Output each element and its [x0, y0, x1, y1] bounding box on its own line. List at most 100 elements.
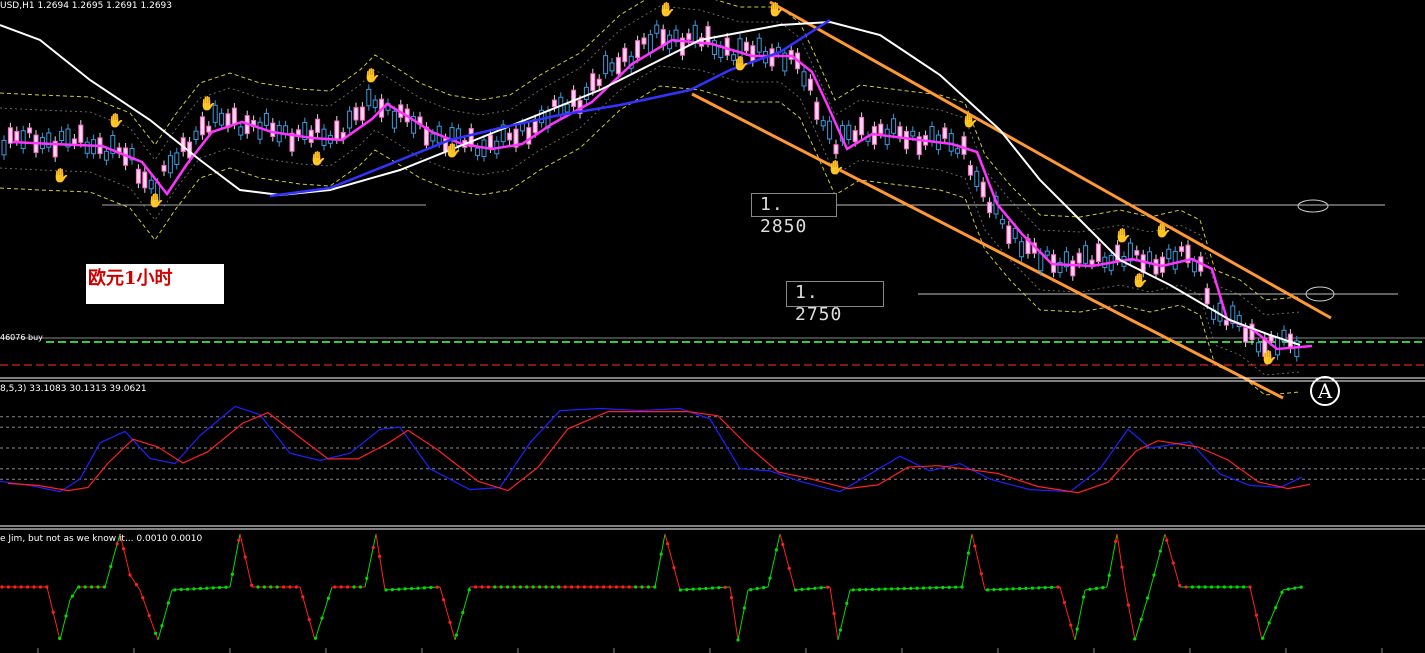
fractal-down-icon: ✋ [147, 192, 164, 209]
jim-dot [781, 542, 785, 547]
jim-dot [51, 610, 55, 614]
candle [1019, 241, 1025, 258]
jim-dot [211, 586, 215, 590]
jim-segment [1249, 586, 1263, 641]
candle [27, 127, 33, 134]
jim-dot [326, 596, 330, 600]
jim-dot [723, 585, 727, 589]
jim-dot [621, 585, 625, 589]
jim-dot [205, 586, 209, 590]
candle [756, 37, 762, 53]
jim-dot [282, 585, 286, 589]
jim-dot [992, 588, 996, 592]
candle [1089, 259, 1095, 265]
candle [71, 138, 77, 145]
marker-a: A [1310, 376, 1340, 406]
candle [347, 110, 353, 129]
jim-segment [1124, 586, 1136, 641]
candle [475, 147, 481, 156]
candle [219, 112, 225, 126]
jim-dot [550, 585, 555, 589]
stochastic-header: 8,5,3) 33.1083 30.1313 39.0621 [0, 384, 147, 394]
fractal-down-icon: ✋ [444, 142, 461, 159]
jim-dot [1082, 595, 1086, 599]
jim-dot [838, 628, 843, 632]
jim-segment [794, 586, 831, 591]
candle [430, 133, 436, 142]
jim-dot [1126, 603, 1130, 607]
candle [1243, 327, 1249, 343]
jim-segment [157, 589, 173, 641]
jim-dot [230, 572, 234, 576]
jim-dot [1165, 538, 1169, 542]
jim-dot [435, 585, 439, 589]
jim-segment [1116, 533, 1126, 588]
jim-dot [986, 588, 990, 592]
jim-segment [129, 574, 141, 591]
candle [897, 126, 903, 138]
candle [903, 130, 909, 150]
candle [142, 171, 148, 189]
candle [283, 125, 289, 135]
jim-dot [70, 594, 74, 598]
jim-dot [627, 585, 631, 589]
jim-dot [506, 585, 510, 589]
candle [167, 155, 173, 174]
jim-dot [1235, 585, 1239, 589]
jim-segment [984, 586, 1061, 591]
jim-dot [691, 587, 695, 591]
jim-dot [672, 566, 676, 570]
jim-dot [1120, 565, 1124, 569]
candle [686, 33, 692, 41]
candle [801, 71, 807, 87]
jim-dot [442, 598, 446, 602]
channel-upper [769, 0, 1332, 320]
jim-dot [307, 617, 311, 622]
jim-dot [390, 587, 394, 592]
jim-dot [384, 588, 388, 592]
jim-dot [902, 586, 907, 591]
candle [59, 130, 65, 141]
fractal-up-icon: ✋ [363, 67, 380, 84]
candle [564, 103, 570, 113]
jim-segment [1261, 589, 1284, 641]
jim-dot [870, 587, 875, 592]
jim-dot [730, 596, 734, 600]
candle [353, 107, 359, 121]
jim-dot [1190, 585, 1194, 589]
jim-dot [461, 610, 465, 615]
candle [615, 57, 621, 75]
jim-dot [1178, 583, 1182, 588]
candle [334, 120, 340, 140]
candle [590, 73, 596, 92]
candle [7, 127, 13, 144]
candle [929, 125, 935, 143]
jim-dot [909, 586, 913, 590]
jim-dot [275, 585, 279, 589]
candle [1172, 250, 1178, 270]
jim-dot [147, 613, 151, 618]
jim-dot [659, 552, 663, 556]
candle [1166, 248, 1172, 260]
candle [468, 128, 474, 148]
jim-dot [845, 601, 849, 605]
jim-dot [186, 587, 190, 591]
jim-dot [890, 587, 894, 591]
jim-dot [294, 585, 298, 589]
jim-dot [365, 576, 369, 580]
jim-dot [947, 585, 951, 589]
jim-dot [218, 585, 222, 590]
jim-dot [109, 564, 113, 569]
candle [1070, 260, 1076, 277]
candle [270, 122, 276, 138]
jim-dot [966, 551, 971, 555]
jim-dot [826, 585, 830, 589]
jim-dot [403, 587, 407, 591]
jim-dot [595, 585, 599, 589]
jim-dot [954, 585, 958, 589]
jim-dot [499, 585, 503, 589]
candle [910, 130, 916, 137]
jim-segment [1164, 533, 1181, 588]
candle [315, 118, 321, 133]
candle [507, 132, 513, 141]
